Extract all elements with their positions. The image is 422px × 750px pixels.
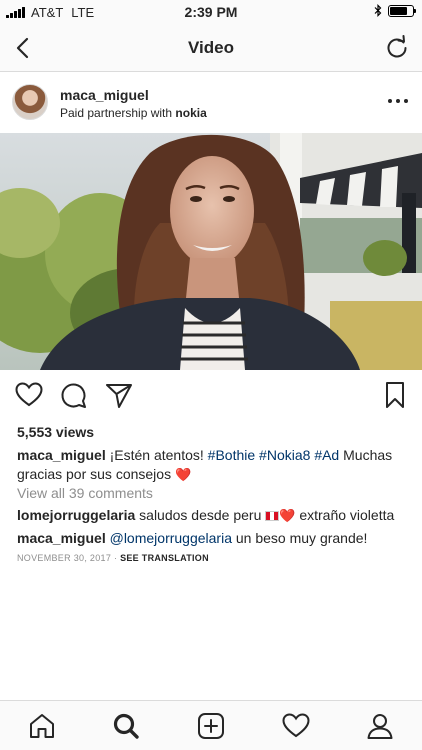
avatar[interactable] (12, 84, 48, 120)
post-username[interactable]: maca_miguel (60, 87, 149, 103)
comment-text: extraño violetta (295, 507, 395, 523)
refresh-icon[interactable] (384, 35, 410, 61)
status-right (374, 4, 416, 17)
battery-icon (388, 4, 416, 17)
status-bar: AT&T LTE 2:39 PM (0, 0, 422, 24)
comment-text: saludos desde peru (139, 507, 262, 523)
meta-separator: · (111, 553, 121, 563)
partner-link[interactable]: nokia (175, 106, 206, 120)
partnership-label: Paid partnership with nokia (60, 106, 207, 120)
heart-icon[interactable] (14, 380, 44, 410)
activity-heart-icon[interactable] (281, 711, 311, 741)
nav-bar: Video (0, 24, 422, 72)
heart-emoji: ❤️ (174, 467, 192, 482)
comment-username[interactable]: lomejorruggelaria (17, 507, 135, 523)
video-player[interactable] (0, 133, 422, 370)
page-title: Video (188, 38, 234, 57)
comment-bubble-icon[interactable] (59, 380, 89, 410)
comment-username[interactable]: maca_miguel (17, 530, 106, 546)
caption-username[interactable]: maca_miguel (17, 447, 106, 463)
heart-emoji: ❤️ (279, 508, 296, 523)
peru-flag-icon (265, 511, 280, 521)
see-translation-link[interactable]: SEE TRANSLATION (120, 553, 209, 563)
caption-text: ¡Estén atentos! (109, 447, 208, 463)
more-dots-icon[interactable] (388, 91, 408, 111)
hashtag-link[interactable]: #Ad (314, 447, 339, 463)
video-frame (0, 133, 422, 370)
views-count[interactable]: 5,553 views (17, 424, 94, 440)
add-post-icon[interactable] (196, 711, 226, 741)
partnership-prefix: Paid partnership with (60, 106, 176, 120)
search-icon[interactable] (111, 711, 141, 741)
post-header: maca_miguel Paid partnership with nokia (0, 73, 422, 133)
post-date: NOVEMBER 30, 2017 (17, 553, 112, 563)
post-meta: NOVEMBER 30, 2017 · SEE TRANSLATION (17, 553, 209, 563)
mention-link[interactable]: @lomejorruggelaria (110, 530, 232, 546)
bookmark-icon[interactable] (380, 380, 410, 410)
hashtag-link[interactable]: #Bothie (208, 447, 255, 463)
comment-text: un beso muy grande! (232, 530, 368, 546)
profile-icon[interactable] (365, 711, 395, 741)
battery-fill (390, 6, 407, 15)
home-icon[interactable] (27, 711, 57, 741)
status-time: 2:39 PM (184, 4, 238, 20)
view-all-comments-link[interactable]: View all 39 comments (17, 485, 153, 501)
comment-item: lomejorruggelaria saludos desde peru ❤️ … (17, 507, 412, 524)
paper-plane-icon[interactable] (104, 380, 134, 410)
post-actions (0, 380, 422, 416)
hashtag-link[interactable]: #Nokia8 (259, 447, 310, 463)
bluetooth-icon (374, 4, 382, 17)
post-caption: maca_miguel ¡Estén atentos! #Bothie #Nok… (17, 446, 407, 484)
comment-item: maca_miguel @lomejorruggelaria un beso m… (17, 530, 412, 546)
tab-bar (0, 700, 422, 750)
